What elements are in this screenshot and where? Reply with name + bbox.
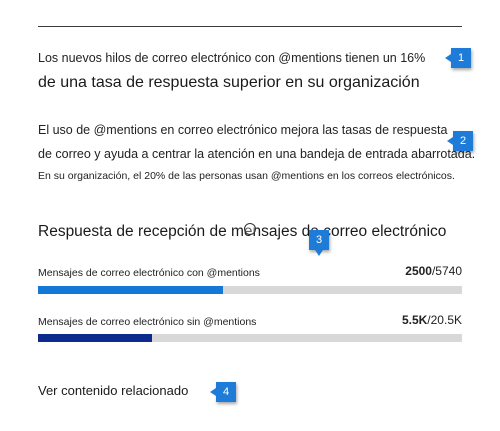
bar-label: Mensajes de correo electrónico sin @ment…	[38, 316, 257, 328]
section-title: Respuesta de recepción de mensajes de co…	[38, 223, 447, 240]
mouse-cursor-icon	[244, 223, 256, 235]
insight-description-line2: de correo y ayuda a centrar la atención …	[38, 147, 476, 161]
related-content-link[interactable]: Ver contenido relacionado	[38, 383, 188, 398]
insight-description-line1: El uso de @mentions en correo electrónic…	[38, 123, 448, 137]
progress-fill	[38, 334, 152, 342]
bar-label: Mensajes de correo electrónico con @ment…	[38, 267, 260, 279]
insight-headline-line1: Los nuevos hilos de correo electrónico c…	[38, 51, 426, 65]
bar-value-main: 5.5K	[401, 313, 428, 327]
callout-badge-3: 3	[309, 230, 329, 256]
bar-value: 2500/5740	[405, 264, 462, 278]
bar-value-total: /20.5K	[427, 313, 462, 327]
callout-badge-2: 2	[447, 131, 473, 151]
bar-value-total: /5740	[431, 264, 462, 278]
insight-org-stat: En su organización, el 20% de las person…	[38, 170, 455, 182]
callout-badge-4: 4	[210, 382, 236, 402]
insight-headline-line2: de una tasa de respuesta superior en su …	[38, 74, 420, 91]
top-divider	[38, 26, 462, 27]
callout-badge-1: 1	[445, 48, 471, 68]
bar-value: 5.5K/20.5K	[402, 313, 462, 327]
bar-value-main: 2500	[405, 264, 432, 278]
progress-fill	[38, 286, 223, 294]
progress-track	[38, 286, 462, 294]
progress-track	[38, 334, 462, 342]
